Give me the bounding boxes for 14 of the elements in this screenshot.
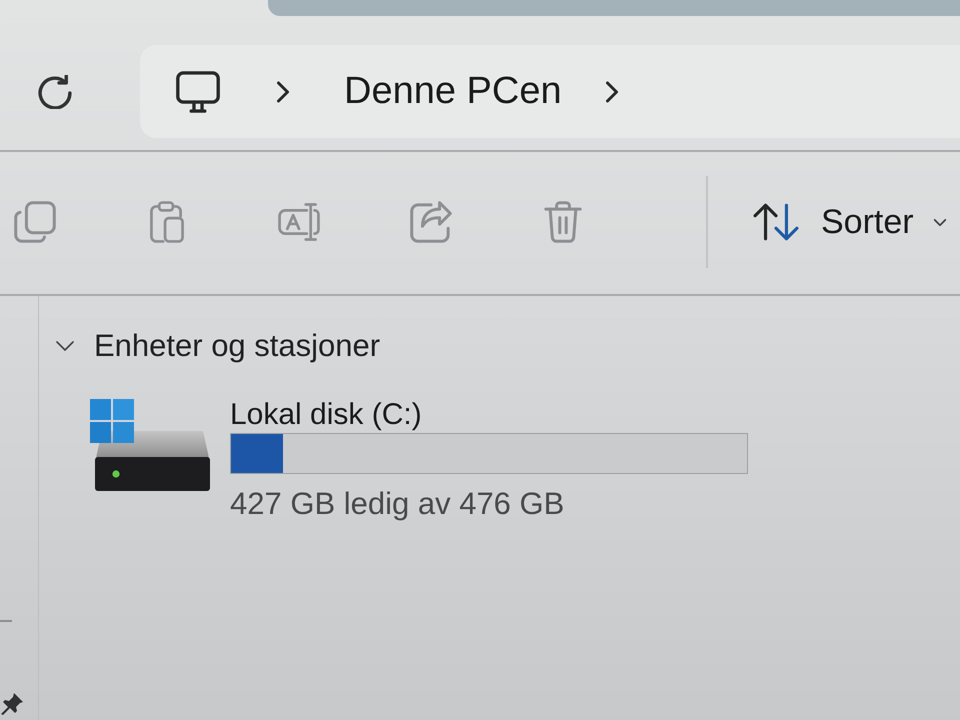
refresh-icon[interactable] [38, 74, 72, 108]
free-space-text: 427 GB ledig av 476 GB [230, 486, 564, 522]
drive-name: Lokal disk (C:) [230, 397, 422, 433]
chevron-down-icon [934, 218, 946, 226]
chevron-right-icon[interactable] [277, 80, 289, 102]
address-bar[interactable]: Denne PCen [140, 45, 960, 138]
sort-icon [753, 203, 799, 241]
group-header[interactable]: Enheter og stasjoner [56, 326, 380, 366]
sort-button[interactable]: Sorter [753, 202, 946, 242]
monitor-icon[interactable] [176, 70, 220, 112]
hard-drive-icon[interactable] [88, 396, 213, 493]
breadcrumb-item[interactable]: Denne PCen [344, 70, 562, 113]
pin-icon[interactable] [0, 692, 24, 716]
chevron-right-icon[interactable] [606, 80, 618, 102]
